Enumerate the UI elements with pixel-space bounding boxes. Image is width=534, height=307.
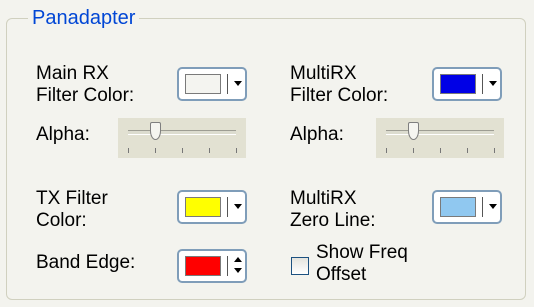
combo-separator — [482, 197, 483, 217]
tx-filter-color-swatch — [185, 197, 221, 217]
chevron-down-icon — [234, 268, 242, 273]
multi-rx-zero-line-color-picker[interactable] — [432, 190, 502, 224]
combo-separator — [227, 256, 228, 276]
tx-filter-label-line1: TX Filter — [36, 188, 108, 209]
slider-tick — [440, 148, 441, 153]
multi-rx-color-swatch — [440, 74, 476, 94]
show-freq-offset-checkbox[interactable] — [291, 257, 309, 275]
main-rx-color-swatch — [185, 74, 221, 94]
show-freq-offset-label-line2: Offset — [316, 264, 367, 285]
band-edge-label: Band Edge: — [36, 252, 136, 273]
multi-rx-zero-label-line1: MultiRX — [290, 188, 357, 209]
chevron-up-icon — [234, 257, 242, 262]
multi-rx-filter-color-picker[interactable] — [432, 67, 502, 101]
band-edge-color-swatch — [185, 256, 221, 276]
slider-tick — [236, 148, 237, 153]
slider-track — [386, 130, 494, 135]
slider-thumb[interactable] — [408, 122, 419, 140]
slider-tick — [413, 148, 414, 153]
chevron-down-icon — [234, 81, 242, 86]
multi-rx-label-line2: Filter Color: — [290, 85, 389, 106]
multi-rx-zero-color-swatch — [440, 197, 476, 217]
slider-tick — [155, 148, 156, 153]
combo-separator — [227, 197, 228, 217]
alpha-left-slider[interactable] — [118, 118, 246, 158]
multi-rx-zero-label-line2: Zero Line: — [290, 210, 376, 231]
combo-separator — [482, 74, 483, 94]
tx-filter-label-line2: Color: — [36, 210, 87, 231]
chevron-down-icon — [489, 81, 497, 86]
slider-tick — [182, 148, 183, 153]
slider-tick — [467, 148, 468, 153]
alpha-left-label: Alpha: — [36, 124, 90, 145]
main-rx-label-line1: Main RX — [36, 63, 109, 84]
multi-rx-label-line1: MultiRX — [290, 63, 357, 84]
slider-tick — [386, 148, 387, 153]
main-rx-filter-color-picker[interactable] — [177, 67, 247, 101]
tx-filter-color-picker[interactable] — [177, 190, 247, 224]
main-rx-label-line2: Filter Color: — [36, 85, 135, 106]
slider-track — [128, 130, 236, 135]
band-edge-color-picker[interactable] — [177, 249, 247, 283]
combo-separator — [227, 74, 228, 94]
chevron-down-icon — [489, 204, 497, 209]
alpha-right-slider[interactable] — [376, 118, 504, 158]
show-freq-offset-label-line1: Show Freq — [316, 242, 408, 263]
alpha-right-label: Alpha: — [290, 124, 344, 145]
slider-tick — [128, 148, 129, 153]
slider-tick — [209, 148, 210, 153]
slider-thumb[interactable] — [150, 122, 161, 140]
chevron-down-icon — [234, 204, 242, 209]
slider-tick — [494, 148, 495, 153]
panadapter-group-title: Panadapter — [28, 6, 140, 30]
